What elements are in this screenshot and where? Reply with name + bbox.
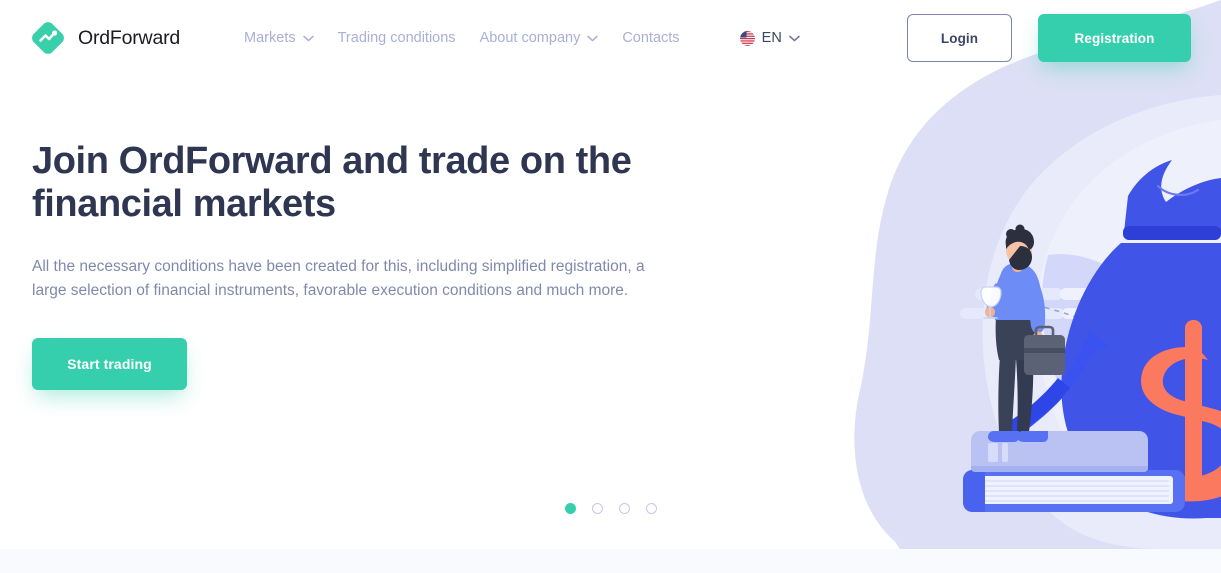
chevron-down-icon: [587, 35, 599, 41]
carousel-dot-4[interactable]: [645, 503, 657, 514]
chevron-down-icon: [302, 35, 314, 41]
us-flag-icon: [739, 30, 755, 46]
site-header: OrdForward Markets Trading conditions Ab…: [0, 0, 1221, 76]
carousel-dot-2[interactable]: [591, 503, 603, 514]
login-button[interactable]: Login: [907, 14, 1012, 62]
hero-section: Join OrdForward and trade on the financi…: [0, 0, 1221, 549]
brand-logo[interactable]: OrdForward: [30, 20, 180, 56]
nav-item-markets[interactable]: Markets: [232, 22, 326, 54]
chevron-down-icon: [789, 35, 800, 41]
landing-page: OrdForward Markets Trading conditions Ab…: [0, 0, 1221, 573]
nav-item-label: Trading conditions: [337, 30, 456, 46]
hero-title: Join OrdForward and trade on the financi…: [32, 140, 632, 225]
carousel-dot-1[interactable]: [564, 503, 576, 514]
nav-item-about-company[interactable]: About company: [468, 22, 611, 54]
nav-item-label: About company: [479, 30, 581, 46]
main-nav: Markets Trading conditions About company…: [232, 22, 692, 54]
brand-name: OrdForward: [78, 26, 181, 49]
carousel-dots: [0, 503, 1221, 514]
nav-item-contacts[interactable]: Contacts: [610, 22, 691, 54]
hero-content: Join OrdForward and trade on the financi…: [32, 140, 692, 391]
header-actions: Login Registration: [907, 14, 1191, 62]
nav-item-label: Markets: [244, 30, 296, 46]
registration-button[interactable]: Registration: [1038, 14, 1191, 62]
nav-item-label: Contacts: [622, 30, 680, 46]
diamond-chart-logo-icon: [32, 22, 64, 54]
language-selector[interactable]: EN: [736, 24, 805, 52]
below-fold-section: [0, 549, 1221, 573]
nav-item-trading-conditions[interactable]: Trading conditions: [326, 22, 468, 54]
start-trading-button[interactable]: Start trading: [32, 338, 187, 391]
carousel-dot-3[interactable]: [618, 503, 630, 514]
language-code: EN: [761, 30, 783, 46]
hero-subtitle: All the necessary conditions have been c…: [32, 258, 645, 299]
